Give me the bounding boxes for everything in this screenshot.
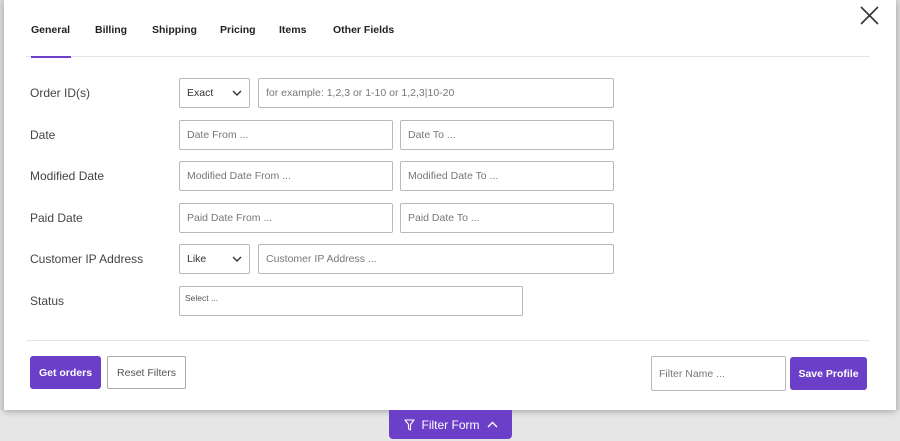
funnel-icon (403, 418, 415, 431)
paid-date-from-input[interactable] (179, 203, 393, 233)
filter-form-label: Filter Form (421, 417, 480, 432)
chevron-down-icon (232, 90, 242, 96)
customer-ip-input[interactable] (258, 244, 614, 274)
filter-form-toggle[interactable]: Filter Form (389, 410, 512, 439)
customer-ip-match-select[interactable]: Like (179, 244, 250, 274)
status-placeholder: Select ... (185, 293, 219, 303)
tab-billing[interactable]: Billing (95, 24, 127, 57)
tab-bar: General Billing Shipping Pricing Items O… (26, 0, 870, 58)
save-profile-button[interactable]: Save Profile (790, 357, 867, 390)
order-ids-label: Order ID(s) (30, 86, 90, 100)
chevron-down-icon (232, 256, 242, 262)
get-orders-button[interactable]: Get orders (30, 356, 101, 389)
divider (26, 340, 870, 341)
modified-date-to-input[interactable] (400, 161, 614, 191)
customer-ip-match-value: Like (187, 253, 207, 265)
tab-shipping[interactable]: Shipping (152, 24, 197, 57)
date-to-input[interactable] (400, 120, 614, 150)
status-select[interactable]: Select ... (179, 286, 523, 316)
order-ids-match-select[interactable]: Exact (179, 78, 250, 108)
paid-date-to-input[interactable] (400, 203, 614, 233)
customer-ip-label: Customer IP Address (30, 252, 144, 266)
chevron-up-icon (487, 421, 497, 428)
status-label: Status (30, 294, 65, 308)
date-label: Date (30, 128, 56, 142)
modified-date-label: Modified Date (30, 169, 105, 183)
order-ids-input[interactable] (258, 78, 614, 108)
date-from-input[interactable] (179, 120, 393, 150)
reset-filters-button[interactable]: Reset Filters (107, 356, 186, 389)
filter-modal: General Billing Shipping Pricing Items O… (4, 0, 896, 410)
tab-pricing[interactable]: Pricing (220, 24, 256, 57)
modified-date-from-input[interactable] (179, 161, 393, 191)
tab-other-fields[interactable]: Other Fields (333, 24, 394, 57)
paid-date-label: Paid Date (30, 211, 83, 225)
filter-name-input[interactable] (651, 356, 786, 391)
tab-general[interactable]: General (31, 24, 71, 58)
tab-items[interactable]: Items (279, 24, 306, 57)
order-ids-match-value: Exact (187, 87, 214, 99)
